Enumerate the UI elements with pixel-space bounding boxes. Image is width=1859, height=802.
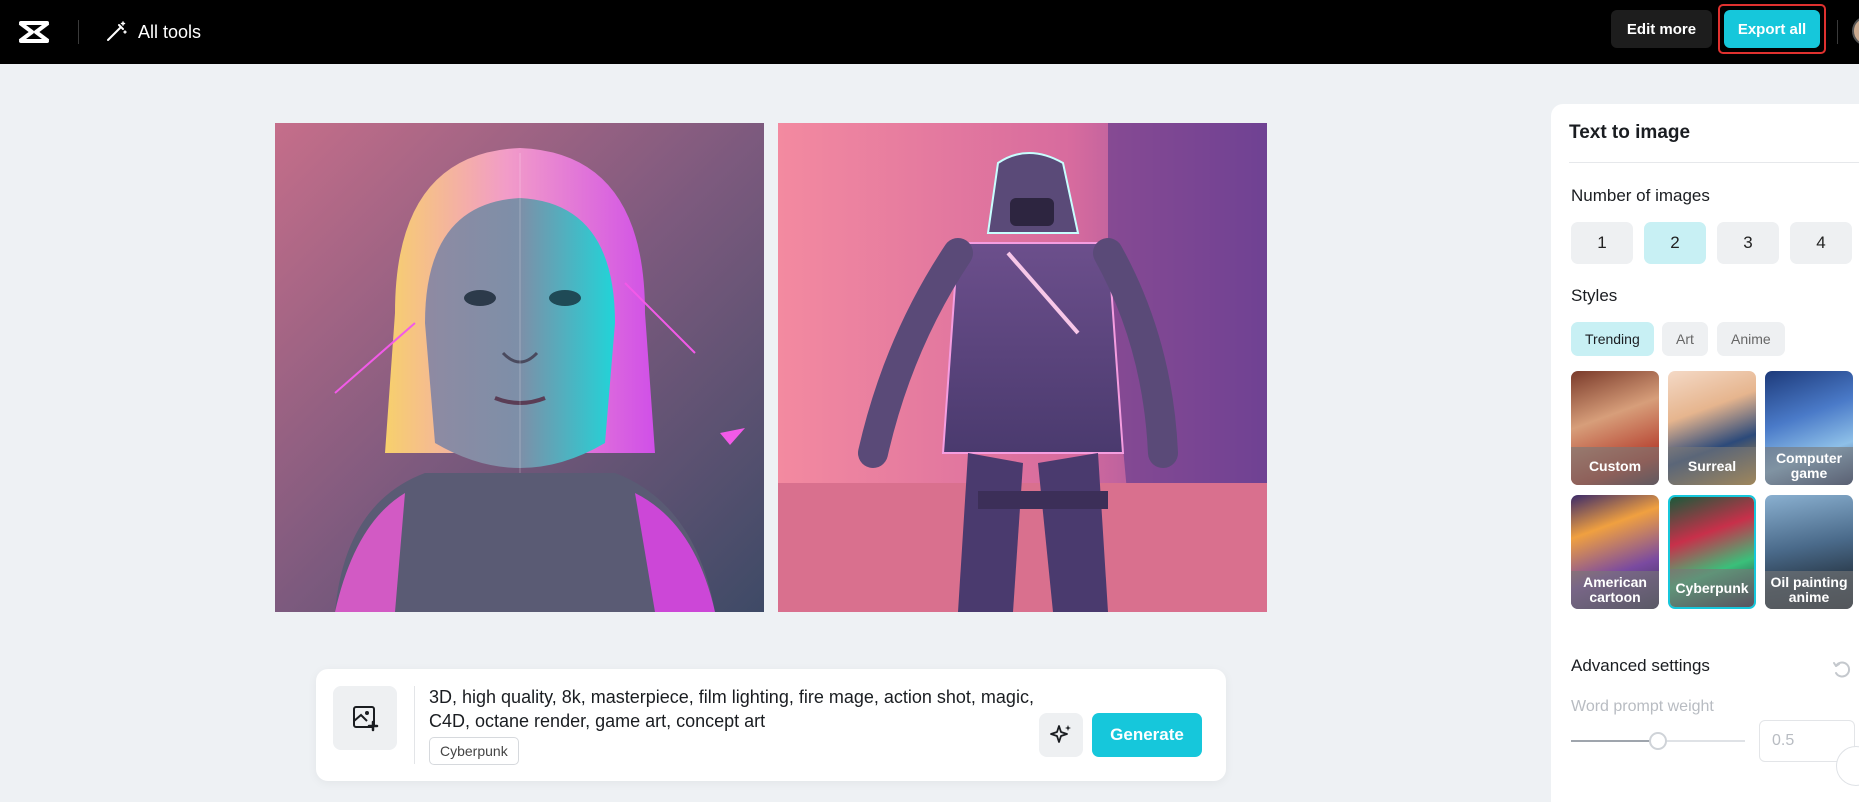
generated-image-1[interactable] (275, 123, 764, 612)
topbar-divider-right (1837, 20, 1838, 44)
panel-title: Text to image (1569, 122, 1691, 143)
word-prompt-weight-label: Word prompt weight (1571, 698, 1714, 715)
prompt-separator (414, 686, 415, 764)
capcut-logo-icon[interactable] (16, 14, 52, 50)
number-option-1[interactable]: 1 (1571, 222, 1633, 264)
number-option-2[interactable]: 2 (1644, 222, 1706, 264)
prompt-input[interactable]: 3D, high quality, 8k, masterpiece, film … (429, 685, 1039, 733)
slider-handle[interactable] (1649, 732, 1667, 750)
generated-image-2[interactable] (778, 123, 1267, 612)
style-thumb-label: Oil painting anime (1765, 571, 1853, 609)
magic-wand-icon (107, 21, 127, 41)
style-thumb-oil-painting-anime[interactable]: Oil painting anime (1765, 495, 1853, 609)
slider-fill (1571, 740, 1658, 742)
number-of-images-label: Number of images (1571, 186, 1710, 205)
top-bar: All tools Edit more Export all (0, 0, 1859, 64)
style-thumb-surreal[interactable]: Surreal (1668, 371, 1756, 485)
tab-anime[interactable]: Anime (1717, 322, 1785, 356)
edit-more-button[interactable]: Edit more (1611, 10, 1712, 48)
tab-art[interactable]: Art (1662, 322, 1708, 356)
settings-panel: Text to image Number of images 1 2 3 4 S… (1551, 104, 1859, 802)
panel-divider (1569, 162, 1859, 163)
number-option-3[interactable]: 3 (1717, 222, 1779, 264)
advanced-settings-label[interactable]: Advanced settings (1571, 656, 1710, 676)
enhance-prompt-button[interactable] (1039, 713, 1083, 757)
word-prompt-weight-slider[interactable] (1571, 732, 1745, 750)
sparkle-icon (1050, 725, 1071, 743)
tab-trending[interactable]: Trending (1571, 322, 1654, 356)
style-thumb-custom[interactable]: Custom (1571, 371, 1659, 485)
export-all-highlight: Export all (1718, 4, 1826, 54)
prompt-bar: 3D, high quality, 8k, masterpiece, film … (316, 669, 1226, 781)
styles-label: Styles (1571, 286, 1618, 305)
style-thumb-computer-game[interactable]: Computer game (1765, 371, 1853, 485)
style-thumb-cyberpunk[interactable]: Cyberpunk (1668, 495, 1756, 609)
avatar[interactable] (1852, 16, 1859, 46)
generate-button[interactable]: Generate (1092, 713, 1202, 757)
export-all-button[interactable]: Export all (1724, 10, 1820, 48)
style-thumb-label: Cyberpunk (1670, 569, 1754, 607)
style-thumb-label: Surreal (1668, 447, 1756, 485)
all-tools-label: All tools (138, 21, 202, 42)
style-thumb-american-cartoon[interactable]: American cartoon (1571, 495, 1659, 609)
style-thumb-label: Custom (1571, 447, 1659, 485)
number-option-4[interactable]: 4 (1790, 222, 1852, 264)
style-thumb-label: Computer game (1765, 447, 1853, 485)
add-reference-image-button[interactable] (333, 686, 397, 750)
all-tools-button[interactable]: All tools (104, 16, 201, 48)
add-image-icon (353, 706, 379, 732)
style-thumb-label: American cartoon (1571, 571, 1659, 609)
reset-icon[interactable] (1831, 658, 1853, 680)
topbar-divider (78, 20, 79, 44)
prompt-style-tag[interactable]: Cyberpunk (429, 737, 519, 765)
